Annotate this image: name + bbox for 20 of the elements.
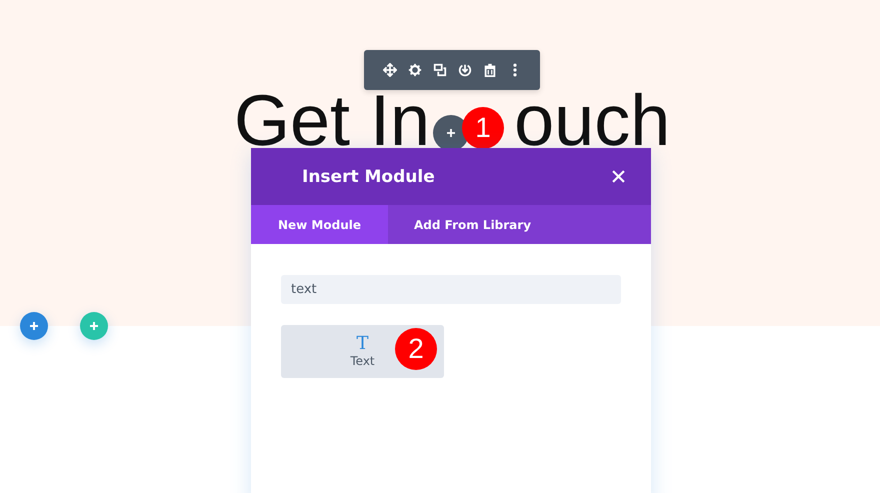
tab[interactable]: Add From Library xyxy=(388,205,558,244)
duplicate-icon[interactable] xyxy=(432,63,446,77)
plus-icon xyxy=(29,321,39,331)
plus-icon xyxy=(89,321,99,331)
close-icon[interactable] xyxy=(612,170,625,183)
search-field[interactable]: text xyxy=(281,275,621,304)
add-button[interactable] xyxy=(20,312,48,340)
text-icon: T xyxy=(356,335,368,353)
settings-icon[interactable] xyxy=(408,63,422,77)
module-tile[interactable]: T Text 2 xyxy=(281,325,444,378)
save-icon[interactable] xyxy=(458,63,472,77)
trash-icon[interactable] xyxy=(482,63,496,77)
page-heading: ouch xyxy=(514,95,670,147)
dialog-title: Insert Module xyxy=(302,166,435,186)
move-icon[interactable] xyxy=(382,63,396,77)
page-heading: Get In xyxy=(234,95,430,147)
tab[interactable]: New Module xyxy=(251,205,388,244)
step-badge: 2 xyxy=(395,328,437,370)
plus-icon xyxy=(446,128,456,138)
module-label: Text xyxy=(350,354,375,368)
